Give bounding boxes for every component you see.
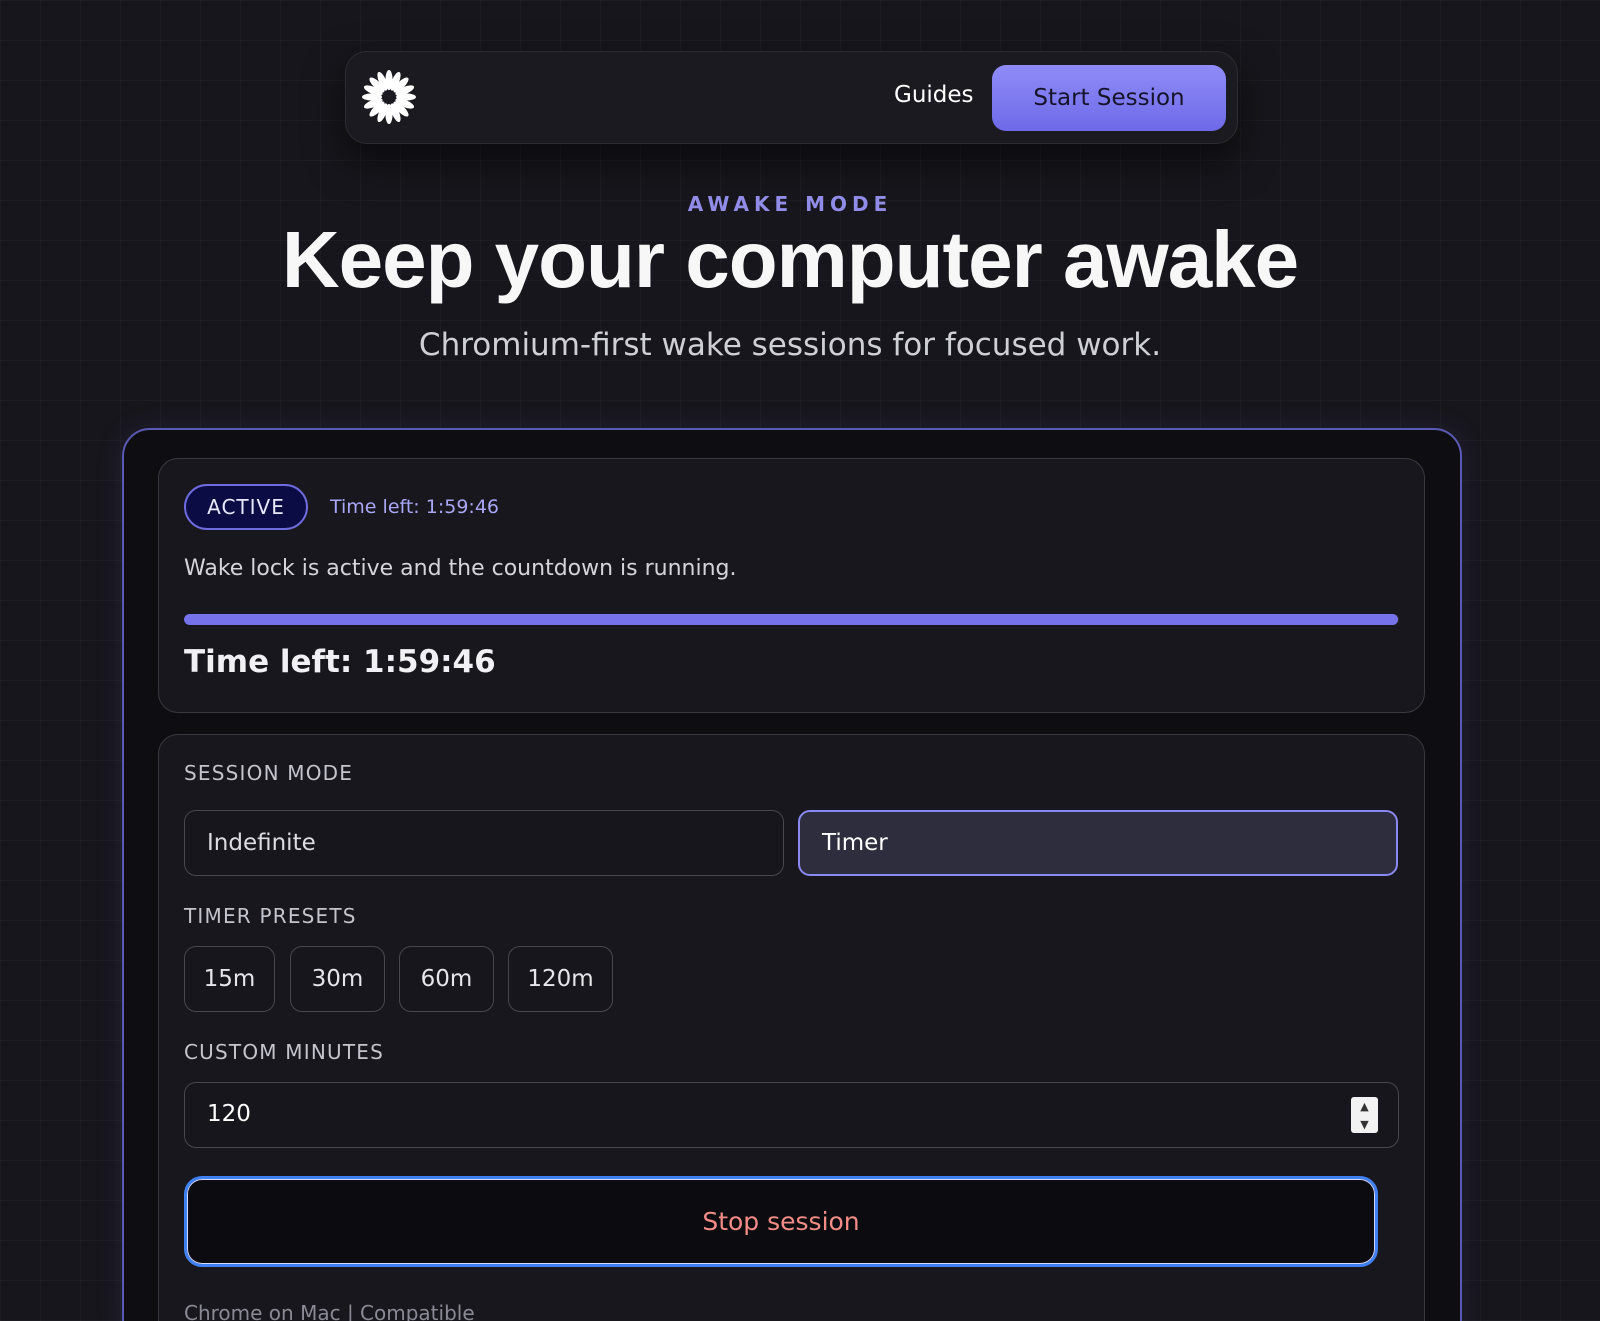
- number-stepper[interactable]: ▲ ▼: [1351, 1097, 1378, 1133]
- daisy-logo-icon[interactable]: [359, 67, 419, 127]
- stop-session-button[interactable]: Stop session: [184, 1176, 1378, 1267]
- countdown-progress-fill: [184, 614, 1398, 625]
- custom-minutes-value[interactable]: 120: [207, 1101, 251, 1127]
- preset-120m-button[interactable]: 120m: [508, 946, 613, 1012]
- compatibility-note: Chrome on Mac | Compatible: [184, 1301, 475, 1321]
- page-title: Keep your computer awake: [281, 215, 1299, 304]
- guides-link[interactable]: Guides: [894, 82, 974, 108]
- status-card: ACTIVE Time left: 1:59:46 Wake lock is a…: [158, 458, 1425, 713]
- countdown-progress-bar: [184, 614, 1399, 625]
- mode-indefinite-button[interactable]: Indefinite: [184, 810, 784, 876]
- preset-15m-button[interactable]: 15m: [184, 946, 275, 1012]
- custom-minutes-input[interactable]: 120 ▲ ▼: [184, 1082, 1399, 1148]
- preset-30m-button[interactable]: 30m: [290, 946, 385, 1012]
- mode-timer-button[interactable]: Timer: [798, 810, 1398, 876]
- status-badge: ACTIVE: [184, 484, 308, 530]
- status-message: Wake lock is active and the countdown is…: [184, 556, 737, 581]
- time-left-inline: Time left: 1:59:46: [330, 496, 499, 518]
- settings-card: SESSION MODE Indefinite Timer TIMER PRES…: [158, 734, 1425, 1321]
- stepper-up-icon[interactable]: ▲: [1351, 1097, 1378, 1115]
- session-mode-label: SESSION MODE: [184, 761, 354, 785]
- start-session-button[interactable]: Start Session: [992, 65, 1226, 131]
- timer-presets-label: TIMER PRESETS: [184, 904, 357, 928]
- custom-minutes-label: CUSTOM MINUTES: [184, 1040, 384, 1064]
- top-nav: Guides Start Session: [345, 51, 1238, 144]
- preset-60m-button[interactable]: 60m: [399, 946, 494, 1012]
- stepper-down-icon[interactable]: ▼: [1351, 1115, 1378, 1133]
- page-subtitle: Chromium-first wake sessions for focused…: [418, 327, 1162, 363]
- time-left-display: Time left: 1:59:46: [184, 644, 496, 680]
